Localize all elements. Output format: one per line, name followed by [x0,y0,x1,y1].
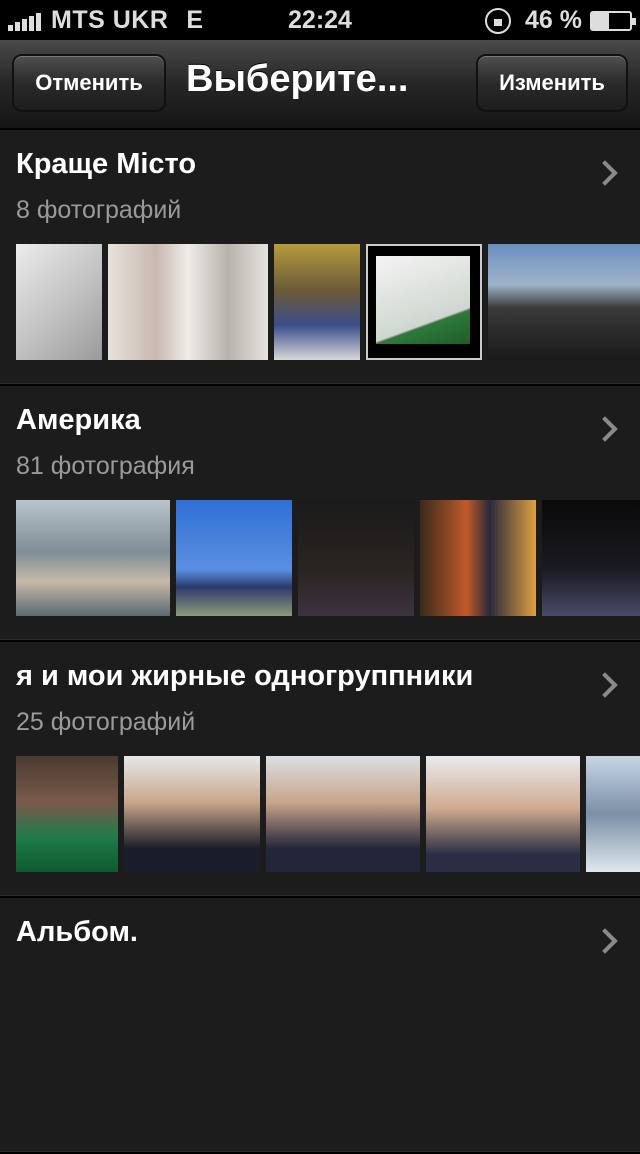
edit-button[interactable]: Изменить [476,54,628,112]
photo-thumbnail [108,244,268,360]
photo-thumbnail [266,756,420,872]
album-title: Альбом. [16,916,138,948]
battery-icon [590,10,636,31]
photo-thumbnail [274,244,360,360]
photo-thumbnail [16,756,118,872]
navigation-bar: Отменить Выберите... Изменить [0,40,640,130]
photo-thumbnail [366,244,482,360]
status-bar: MTS UKR E 22:24 46 % [0,0,640,40]
photo-thumbnail [16,244,102,360]
album-title: Америка [16,404,141,436]
chevron-right-icon [592,928,618,954]
cancel-button[interactable]: Отменить [12,54,166,112]
chevron-right-icon [592,672,618,698]
album-thumbnails [16,500,640,616]
photo-thumbnail [426,756,580,872]
album-row[interactable]: я и мои жирные одногруппники 25 фотограф… [0,642,640,898]
album-row[interactable]: Краще Місто 8 фотографий [0,130,640,386]
album-title: я и мои жирные одногруппники [16,660,474,692]
chevron-right-icon [592,416,618,442]
album-photo-count: 8 фотографий [16,196,182,224]
photo-thumbnail [298,500,414,616]
album-row[interactable]: Альбом. [0,898,640,1154]
photo-thumbnail [542,500,640,616]
chevron-right-icon [592,160,618,186]
album-photo-count: 25 фотографий [16,708,196,736]
rotation-lock-icon [485,7,512,34]
album-photo-count: 81 фотография [16,452,195,480]
photo-thumbnail [488,244,640,360]
photo-thumbnail [420,500,536,616]
photo-thumbnail [124,756,260,872]
photo-thumbnail [176,500,292,616]
album-title: Краще Місто [16,148,197,180]
photo-thumbnail [16,500,170,616]
album-thumbnails [16,756,640,872]
photo-thumbnail [586,756,640,872]
page-title: Выберите... [186,58,409,100]
album-thumbnails [16,244,640,360]
battery-percent: 46 % [525,6,582,34]
album-row[interactable]: Америка 81 фотография [0,386,640,642]
